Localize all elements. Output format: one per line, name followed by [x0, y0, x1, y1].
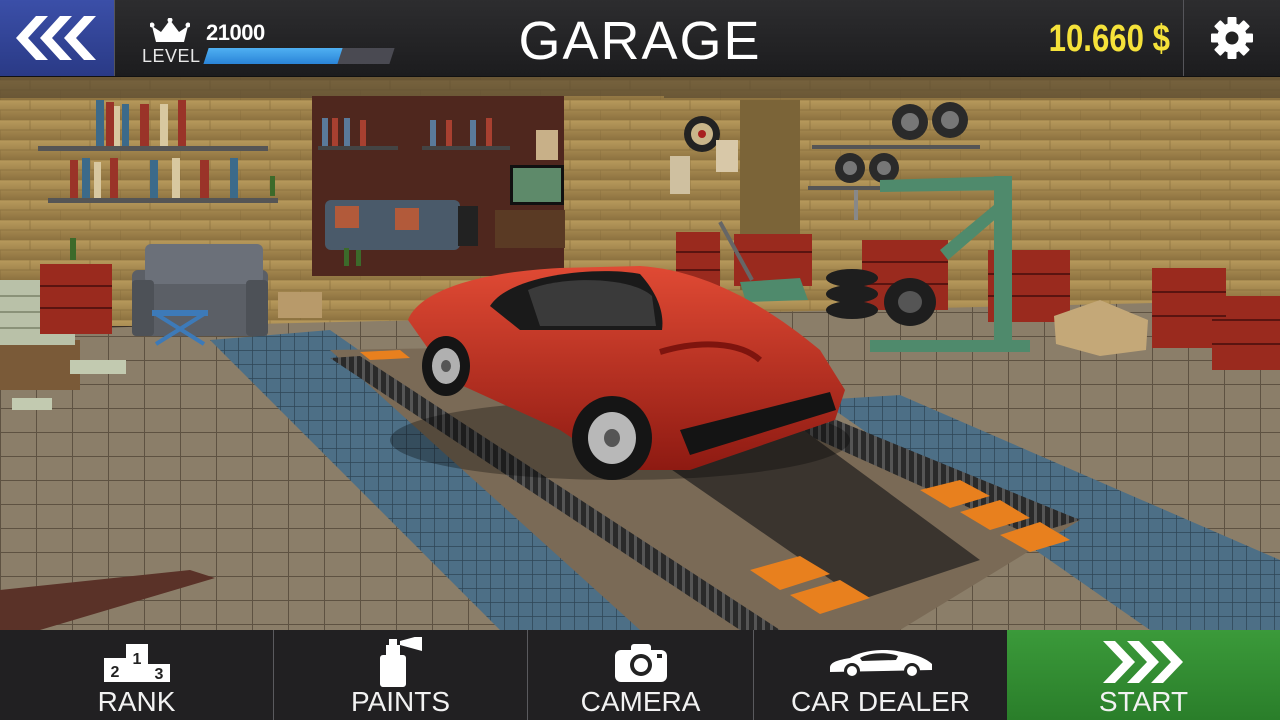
start-button[interactable]: START: [1007, 630, 1280, 720]
settings-button[interactable]: [1184, 0, 1280, 76]
camera-button[interactable]: CAMERA: [527, 630, 753, 720]
divider: [114, 0, 115, 76]
money-balance: 10.660 $: [1048, 18, 1170, 60]
triple-chevron-left-icon: [16, 16, 96, 60]
gear-icon: [1211, 17, 1253, 59]
garage-scene: [0, 76, 1280, 630]
level-value: 21000: [206, 20, 265, 45]
back-button[interactable]: [0, 0, 114, 76]
podium-number: 1: [132, 651, 141, 668]
triple-chevron-right-icon: [1102, 641, 1183, 683]
car-icon: [829, 650, 932, 679]
camera-icon: [614, 644, 667, 682]
spray-can-icon: [379, 637, 422, 687]
level-label: LEVEL: [142, 46, 201, 66]
paints-label: PAINTS: [350, 686, 451, 717]
car-dealer-button[interactable]: CAR DEALER: [753, 630, 1007, 720]
paints-button[interactable]: PAINTS: [273, 630, 527, 720]
start-label: START: [1098, 686, 1189, 717]
podium-number: 2: [110, 664, 119, 681]
level-progress-bar: [203, 48, 395, 64]
podium-icon: 2 1 3: [103, 644, 170, 683]
bottom-nav: 2 1 3 RANK PAINTS CAMERA CAR DEALER STAR…: [0, 630, 1280, 720]
camera-label: CAMERA: [580, 686, 701, 717]
podium-number: 3: [154, 666, 163, 683]
top-bar: LEVEL 21000 GARAGE 10.660 $: [0, 0, 1280, 77]
rank-label: RANK: [97, 686, 176, 717]
crown-icon: [150, 18, 190, 42]
car-dealer-label: CAR DEALER: [791, 686, 970, 717]
level-progress-fill: [203, 48, 343, 64]
rank-button[interactable]: 2 1 3 RANK: [0, 630, 273, 720]
